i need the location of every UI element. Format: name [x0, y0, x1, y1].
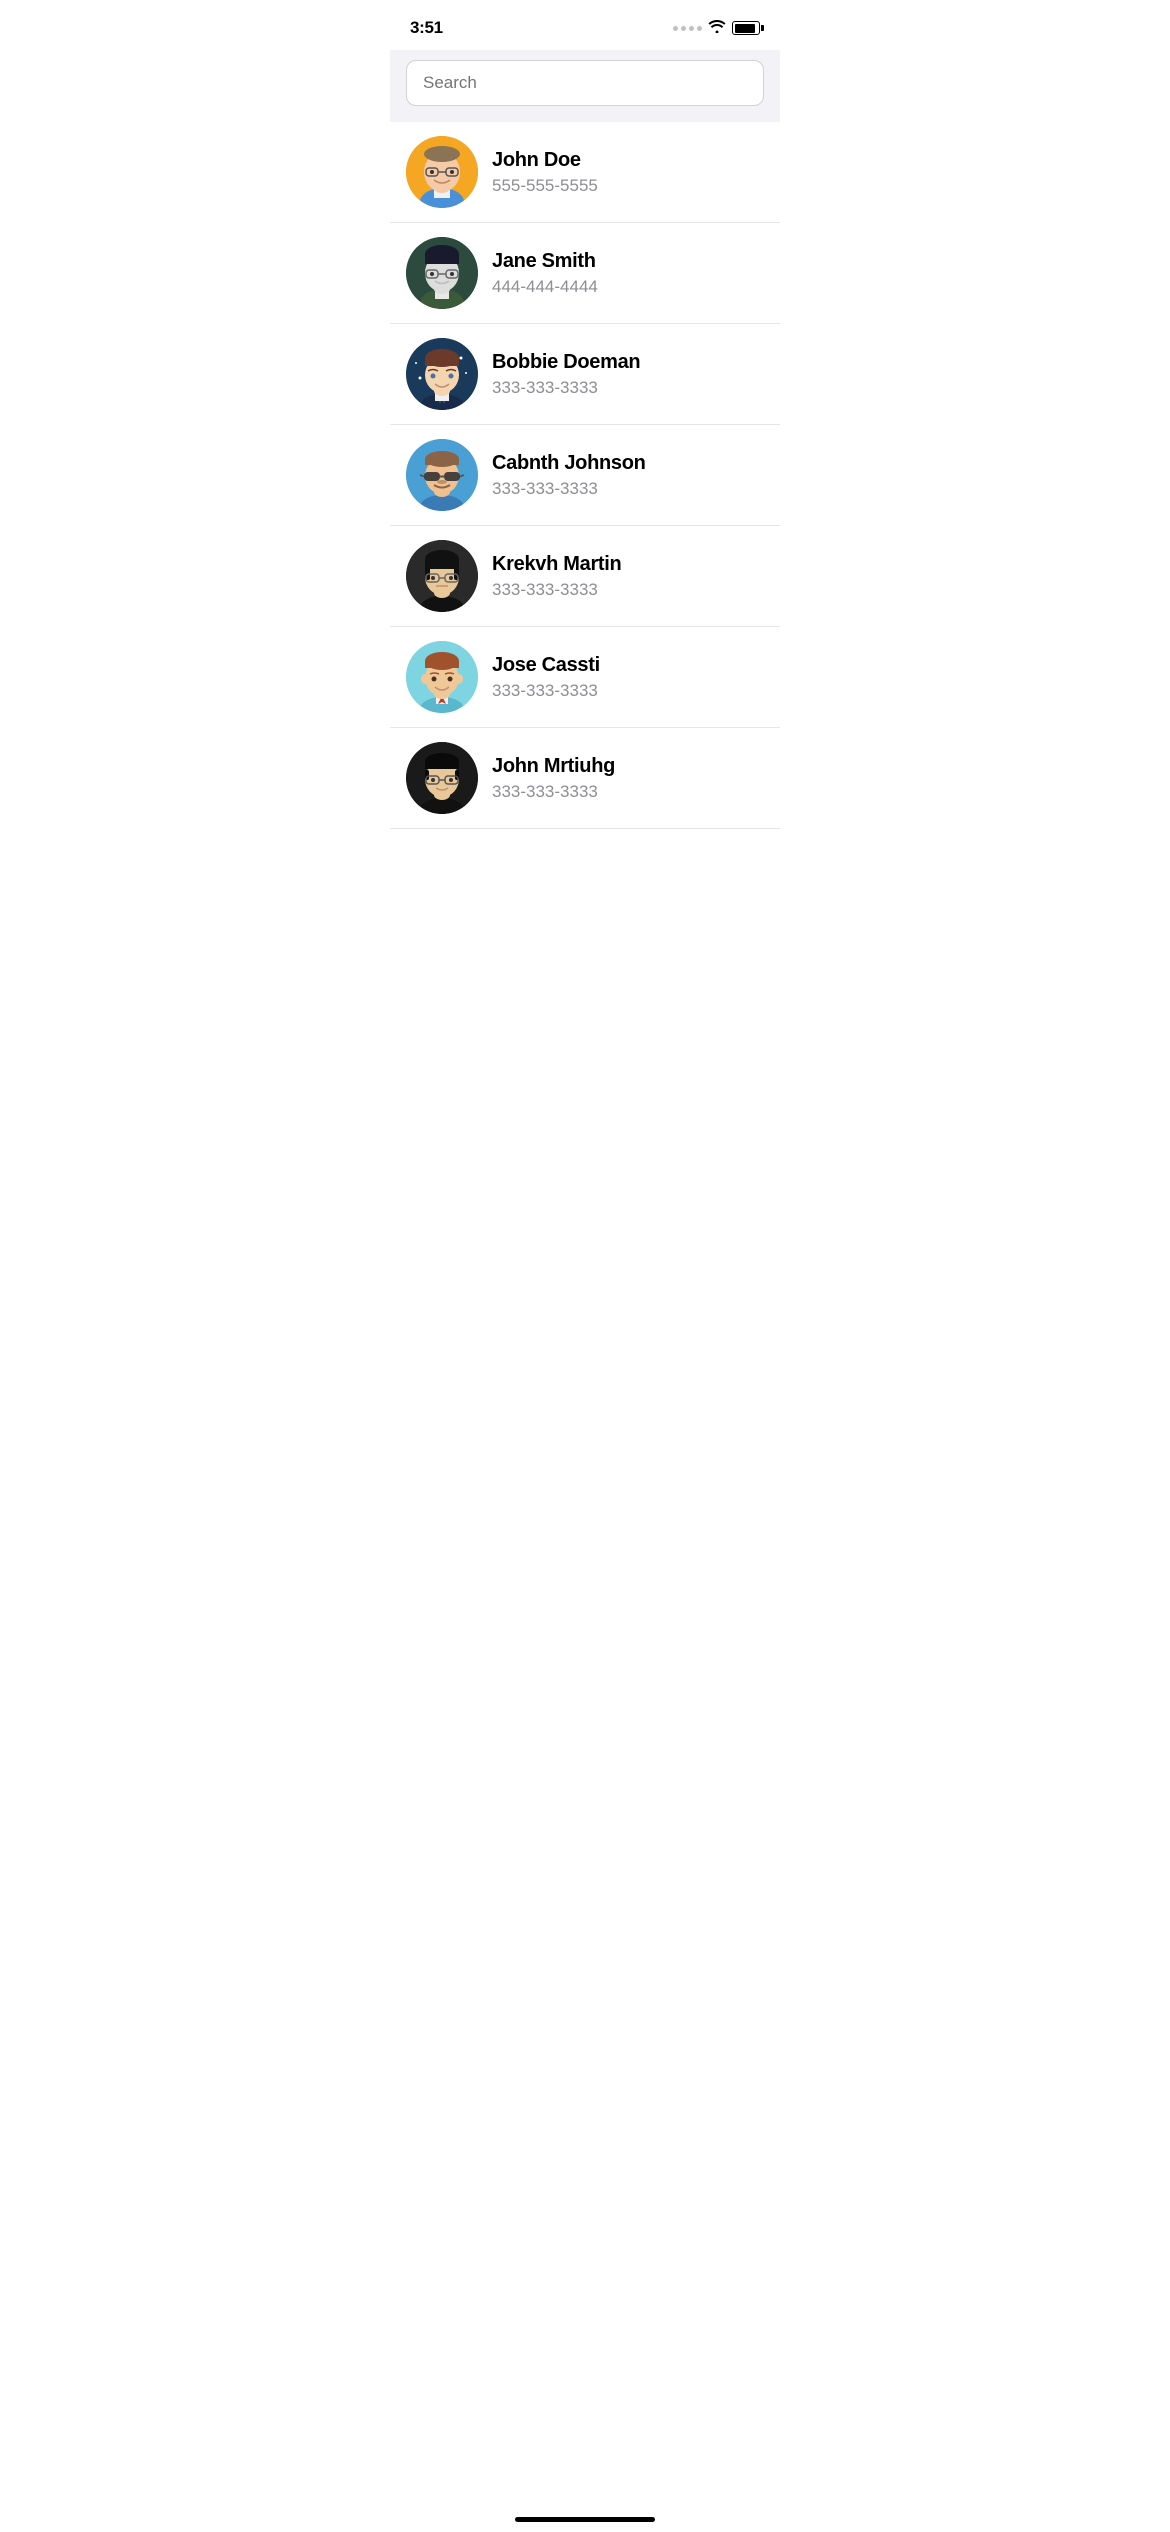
- avatar: [406, 338, 478, 410]
- contact-info: John Doe 555-555-5555: [492, 149, 598, 196]
- avatar: [406, 540, 478, 612]
- list-item[interactable]: Cabnth Johnson 333-333-3333: [390, 425, 780, 526]
- contact-phone: 333-333-3333: [492, 378, 640, 398]
- contact-name: Bobbie Doeman: [492, 351, 640, 374]
- contact-phone: 555-555-5555: [492, 176, 598, 196]
- battery-icon: [732, 21, 760, 35]
- contact-phone: 333-333-3333: [492, 580, 621, 600]
- avatar: [406, 641, 478, 713]
- contact-phone: 333-333-3333: [492, 681, 600, 701]
- search-input[interactable]: [406, 60, 764, 106]
- contact-info: Krekvh Martin 333-333-3333: [492, 553, 621, 600]
- contact-name: Jane Smith: [492, 250, 598, 273]
- contact-info: Jane Smith 444-444-4444: [492, 250, 598, 297]
- contact-info: Bobbie Doeman 333-333-3333: [492, 351, 640, 398]
- list-item[interactable]: John Doe 555-555-5555: [390, 122, 780, 223]
- status-icons: [673, 19, 760, 38]
- avatar: [406, 439, 478, 511]
- list-item[interactable]: Jose Cassti 333-333-3333: [390, 627, 780, 728]
- wifi-icon: [708, 19, 726, 38]
- contact-name: Krekvh Martin: [492, 553, 621, 576]
- contact-name: Jose Cassti: [492, 654, 600, 677]
- contact-info: Cabnth Johnson 333-333-3333: [492, 452, 646, 499]
- contact-name: Cabnth Johnson: [492, 452, 646, 475]
- contact-phone: 444-444-4444: [492, 277, 598, 297]
- contact-phone: 333-333-3333: [492, 479, 646, 499]
- contact-list: John Doe 555-555-5555: [390, 122, 780, 829]
- contact-info: Jose Cassti 333-333-3333: [492, 654, 600, 701]
- contact-phone: 333-333-3333: [492, 782, 615, 802]
- contact-name: John Doe: [492, 149, 598, 172]
- avatar: [406, 742, 478, 814]
- avatar: [406, 237, 478, 309]
- list-item[interactable]: Krekvh Martin 333-333-3333: [390, 526, 780, 627]
- status-bar: 3:51: [390, 0, 780, 50]
- signal-icon: [673, 26, 702, 31]
- list-item[interactable]: John Mrtiuhg 333-333-3333: [390, 728, 780, 829]
- status-time: 3:51: [410, 18, 443, 38]
- search-container: [390, 50, 780, 122]
- home-indicator: [515, 2517, 655, 2522]
- contact-name: John Mrtiuhg: [492, 755, 615, 778]
- contact-info: John Mrtiuhg 333-333-3333: [492, 755, 615, 802]
- list-item[interactable]: Jane Smith 444-444-4444: [390, 223, 780, 324]
- avatar: [406, 136, 478, 208]
- list-item[interactable]: Bobbie Doeman 333-333-3333: [390, 324, 780, 425]
